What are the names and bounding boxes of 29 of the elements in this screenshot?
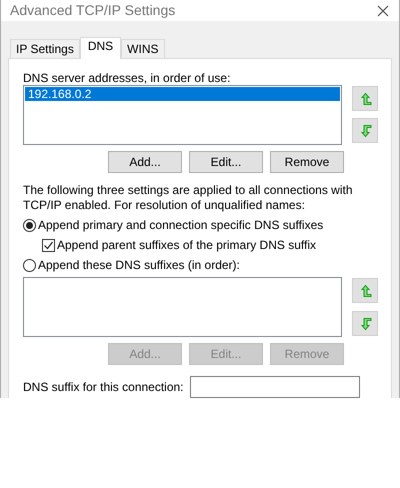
move-down-button[interactable] <box>352 311 378 336</box>
arrow-up-icon <box>358 284 372 298</box>
radio-label: Append these DNS suffixes (in order): <box>38 257 240 274</box>
checkbox[interactable] <box>42 238 55 252</box>
close-icon[interactable] <box>377 4 389 16</box>
remove-button[interactable]: Remove <box>270 151 344 173</box>
checkbox-label: Append parent suffixes of the primary DNS suffix <box>57 237 316 254</box>
tab[interactable]: IP Settings <box>10 39 80 58</box>
tab[interactable]: DNS <box>80 37 122 59</box>
radio-button[interactable] <box>23 218 36 232</box>
list-item[interactable]: 192.168.0.2 <box>25 87 340 101</box>
window-title: Advanced TCP/IP Settings <box>10 1 176 20</box>
move-up-button[interactable] <box>352 278 378 303</box>
suffix-input[interactable] <box>190 376 360 398</box>
move-down-button[interactable] <box>352 118 378 143</box>
move-up-button[interactable] <box>352 86 378 111</box>
list-label: DNS server addresses, in order of use: <box>23 70 232 85</box>
radio-label: Append primary and connection specific DNS suffixes <box>38 217 324 234</box>
server-list[interactable]: 192.168.0.2 <box>23 85 342 145</box>
radio-button[interactable] <box>23 258 36 272</box>
add-button[interactable]: Add... <box>108 151 182 173</box>
description-text: The following three settings are applied to all connections with TCP/IP enabled. For resolution of unqualified names: <box>23 182 353 213</box>
field-label: DNS suffix for this connection: <box>23 379 184 396</box>
arrow-down-icon <box>358 316 372 330</box>
suffix-list[interactable] <box>23 277 342 337</box>
arrow-up-icon <box>358 92 372 106</box>
arrow-down-icon <box>358 124 372 138</box>
edit-button[interactable]: Edit... <box>189 151 263 173</box>
tab[interactable]: WINS <box>121 39 165 58</box>
